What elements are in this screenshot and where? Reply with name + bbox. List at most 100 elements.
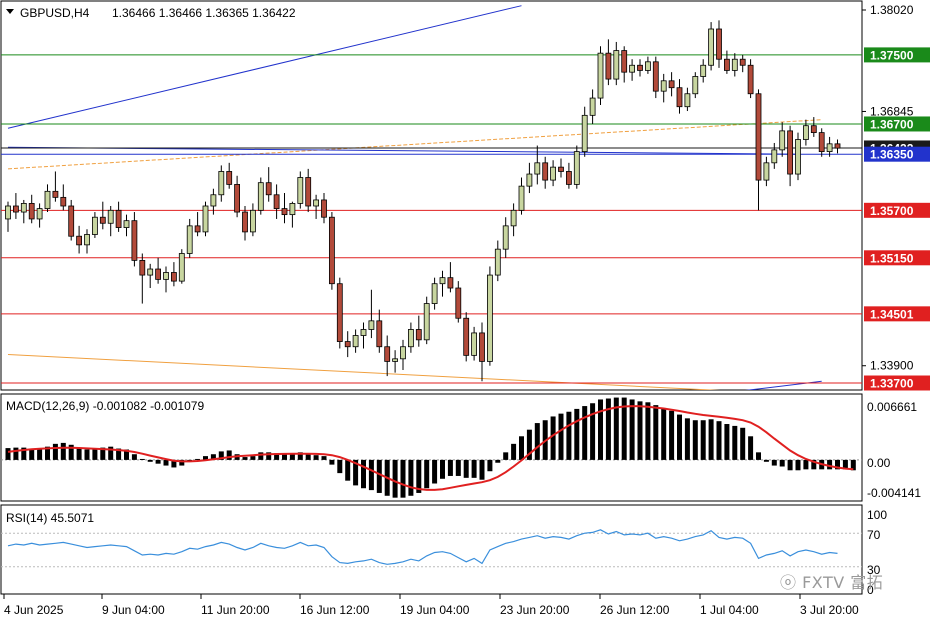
macd-bar <box>242 457 248 460</box>
macd-bar <box>771 459 777 466</box>
candle-body <box>486 274 493 362</box>
macd-bar <box>361 459 366 489</box>
candle-body <box>660 80 667 92</box>
rsi-scale-70: 70 <box>867 528 881 542</box>
macd-bar <box>677 414 682 460</box>
candle-body <box>779 130 786 151</box>
candle-body <box>360 329 367 336</box>
macd-bar <box>329 459 335 465</box>
candle-body <box>573 151 580 185</box>
macd-bar <box>195 458 201 460</box>
candle-body <box>494 248 501 276</box>
macd-bar <box>5 448 11 460</box>
price-tick-label: 1.38020 <box>870 3 914 17</box>
macd-bar <box>163 459 169 466</box>
candle-body <box>352 335 359 348</box>
candle-body <box>305 177 312 207</box>
candle-body <box>400 346 406 360</box>
candle-body <box>668 80 675 89</box>
candle-body <box>803 125 809 140</box>
candle-body <box>178 253 185 282</box>
candle-body <box>629 64 635 73</box>
macd-bar <box>455 459 461 476</box>
macd-bar <box>692 420 698 460</box>
chart-window[interactable]: 1.375001.367001.364221.363501.357001.351… <box>0 0 936 624</box>
candle-body <box>99 216 106 224</box>
candle-body <box>297 177 304 204</box>
rsi-line <box>7 529 838 565</box>
macd-bar <box>440 459 445 479</box>
macd-bar <box>574 408 580 460</box>
macd-bar <box>779 459 785 467</box>
time-tick-label: 3 Jul 20:00 <box>800 603 859 617</box>
candle-body <box>107 209 114 224</box>
macd-bar <box>258 452 264 460</box>
candle-body <box>700 64 707 77</box>
candle-body <box>471 332 478 356</box>
candle-body <box>376 320 383 348</box>
rsi-label: RSI(14) 45.5071 <box>6 511 94 525</box>
rsi-panel[interactable] <box>0 504 863 595</box>
level-label-1.35700: 1.35700 <box>870 204 914 218</box>
candle-body <box>123 220 130 228</box>
candle-body <box>724 58 730 71</box>
candle-body <box>226 171 233 185</box>
level-label-1.37500: 1.37500 <box>870 48 914 62</box>
trendline-1 <box>7 5 522 129</box>
macd-bar <box>637 401 643 460</box>
candle-body <box>542 162 549 181</box>
macd-bar <box>724 424 730 460</box>
candle-body <box>170 272 177 282</box>
candle-body <box>447 277 454 289</box>
candle-body <box>795 139 801 175</box>
macd-bar <box>424 459 430 489</box>
macd-bar <box>392 459 398 498</box>
level-label-1.36700: 1.36700 <box>870 117 914 131</box>
macd-bar <box>147 459 153 462</box>
candle-body <box>60 196 67 207</box>
macd-bar <box>708 419 714 460</box>
candle-body <box>20 203 27 213</box>
macd-bar <box>598 399 603 460</box>
candle-body <box>510 209 517 227</box>
candle-body <box>818 132 825 153</box>
candle-body <box>234 184 241 213</box>
macd-bar <box>669 410 675 460</box>
macd-bar <box>732 425 738 460</box>
candle-body <box>692 76 699 95</box>
symbol-label: GBPUSD,H4 <box>20 6 90 20</box>
candle-body <box>676 87 683 108</box>
candle-body <box>5 205 11 220</box>
macd-bar <box>511 443 517 460</box>
macd-bar <box>479 459 485 480</box>
candle-body <box>115 209 122 228</box>
level-label-1.36350: 1.36350 <box>870 148 914 162</box>
candle-body <box>281 208 288 216</box>
macd-bar <box>447 459 453 476</box>
macd-bar <box>37 449 43 460</box>
candle-body <box>202 205 209 233</box>
candle-body <box>534 162 541 175</box>
candle-body <box>92 216 98 235</box>
candle-body <box>415 329 422 341</box>
ohlc-label: 1.36466 1.36466 1.36365 1.36422 <box>112 6 296 20</box>
macd-bar <box>368 459 374 491</box>
macd-bar <box>661 407 667 460</box>
macd-bar <box>282 454 287 460</box>
candle-body <box>147 268 154 276</box>
candle-body <box>242 211 248 233</box>
candle-body <box>392 358 399 362</box>
macd-bar <box>92 448 98 460</box>
candle-body <box>384 346 391 362</box>
time-tick-label: 26 Jun 12:00 <box>600 603 670 617</box>
candle-body <box>28 203 35 220</box>
macd-bar <box>463 459 469 478</box>
candle-body <box>684 93 691 108</box>
candle-body <box>747 64 754 95</box>
macd-bar <box>250 456 256 460</box>
dropdown-arrow-icon[interactable] <box>6 9 14 14</box>
macd-bar <box>471 459 477 478</box>
candle-body <box>834 143 841 149</box>
macd-bar <box>700 420 706 460</box>
macd-bar <box>748 436 754 460</box>
